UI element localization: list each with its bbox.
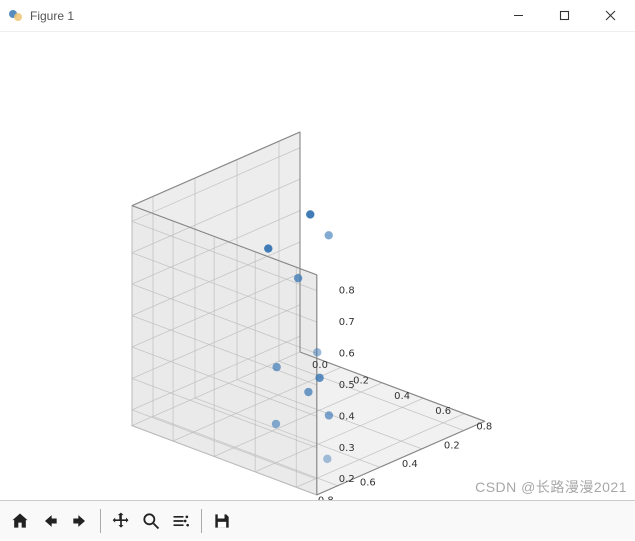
- back-icon[interactable]: [36, 507, 64, 535]
- pan-icon[interactable]: [107, 507, 135, 535]
- close-button[interactable]: [587, 0, 633, 32]
- scatter-point: [325, 411, 333, 419]
- scatter-point: [272, 363, 280, 371]
- axis-tick-label: 0.2: [353, 375, 369, 386]
- home-icon[interactable]: [6, 507, 34, 535]
- axis-tick-label: 0.5: [339, 380, 355, 391]
- axis-tick-label: 0.4: [339, 411, 355, 422]
- scatter-point: [313, 348, 321, 356]
- scatter-point: [264, 244, 272, 252]
- minimize-button[interactable]: [495, 0, 541, 32]
- chart-area[interactable]: 0.2 0.4 0.6 0.8 0.0 0.2 0.4 0.6 0.8 0.2 0.3 0.4 0.5 0…: [0, 32, 635, 500]
- axis-tick-label: 0.6: [435, 406, 451, 417]
- save-icon[interactable]: [208, 507, 236, 535]
- axis-tick-label: 0.6: [339, 348, 355, 359]
- scatter-point: [304, 388, 312, 396]
- axis-tick-label: 0.7: [339, 317, 355, 328]
- toolbar: [0, 500, 635, 540]
- scatter-point: [323, 455, 331, 463]
- app-icon: [8, 8, 24, 24]
- axis-tick-label: 0.2: [339, 474, 355, 485]
- scatter-point: [315, 374, 323, 382]
- axis-tick-label: 0.8: [476, 422, 492, 433]
- axis-tick-label: 0.3: [339, 443, 355, 454]
- chart-svg: 0.2 0.4 0.6 0.8 0.0 0.2 0.4 0.6 0.8 0.2 0.3 0.4 0.5 0…: [0, 32, 635, 500]
- axis-tick-label: 0.4: [394, 391, 410, 402]
- toolbar-sep-2: [201, 509, 202, 533]
- axis-tick-label: 0.6: [360, 477, 376, 488]
- axis-tick-label: 0.2: [444, 441, 460, 452]
- axis-tick-label: 0.4: [402, 459, 418, 470]
- toolbar-sep-1: [100, 509, 101, 533]
- maximize-button[interactable]: [541, 0, 587, 32]
- scatter-point: [272, 420, 280, 428]
- zoom-icon[interactable]: [137, 507, 165, 535]
- titlebar: Figure 1: [0, 0, 635, 32]
- scatter-point: [306, 210, 314, 218]
- window-title: Figure 1: [30, 9, 74, 23]
- configure-icon[interactable]: [167, 507, 195, 535]
- scatter-point: [294, 274, 302, 282]
- axis-tick-label: 0.0: [312, 360, 328, 371]
- scatter-point: [325, 231, 333, 239]
- axis-tick-label: 0.8: [339, 286, 355, 297]
- forward-icon[interactable]: [66, 507, 94, 535]
